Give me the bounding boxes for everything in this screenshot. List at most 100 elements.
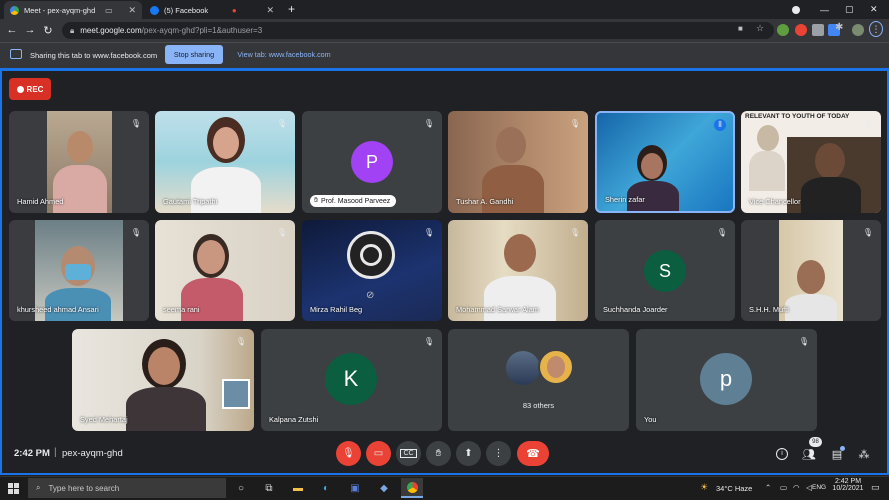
participant-tile[interactable]: K 🎙︎ Kalpana Zutshi [261,329,442,431]
extension-icon[interactable] [812,24,824,36]
chat-dot-icon [840,446,845,451]
app-icon[interactable]: ◆ [373,478,395,498]
cortana-icon[interactable]: ○ [230,478,252,498]
raise-hand-button[interactable]: ✋︎ [426,441,451,466]
screen-share-icon [10,49,22,59]
record-dot-icon [16,85,24,93]
participant-name: Hamid Ahmed [17,197,64,206]
mic-off-icon: 🎙︎ [569,118,581,128]
participant-name: Gautami Tripathi [163,197,218,206]
participant-tile[interactable]: 🎙︎ khursheed ahmad Ansari [9,220,149,321]
participant-tile[interactable]: P 🎙︎ ✋︎ Prof. Masood Parveez [302,111,442,213]
camera-off-icon: ▭ [373,448,384,459]
close-window-button[interactable]: ✕ [870,0,878,19]
participant-name: Syed Mehartaj [80,415,128,424]
chrome-taskbar-icon[interactable] [401,478,423,498]
start-button[interactable] [0,476,26,500]
participant-tile[interactable]: ⊘ 🎙︎ Mirza Rahil Beg [302,220,442,321]
mic-toggle-button[interactable]: 🎙︎ [336,441,361,466]
mic-off-icon: 🎙︎ [569,227,581,237]
mic-off-icon: 🎙︎ [862,118,874,128]
tab-recording-icon: ● [231,5,237,15]
volume-icon[interactable]: ◁ [806,483,812,492]
participant-tile[interactable]: 🎙︎ Gautami Tripathi [155,111,295,213]
participant-tile-speaking[interactable]: ⦀ Sherin zafar [595,111,735,213]
participant-tile[interactable]: 🎙︎ Hamid Ahmed [9,111,149,213]
maximize-button[interactable]: ▢ [845,0,854,19]
back-button[interactable]: ← [4,22,20,38]
self-tile[interactable]: p 🎙︎ You [636,329,817,431]
participant-tile[interactable]: 🎙︎ Mohammad Sarwar Alam [448,220,588,321]
facebook-favicon-icon [150,5,159,15]
others-tile[interactable]: 83 others [448,329,629,431]
language-indicator[interactable]: ENG [812,484,826,491]
reload-button[interactable]: ↻ [40,22,56,38]
participant-name: S.H.H. Mufti [749,305,789,314]
more-options-button[interactable]: ⋮ [486,441,511,466]
close-tab-icon[interactable]: ✕ [266,5,274,16]
mic-off-icon: 🎙︎ [130,118,142,128]
view-tab-button[interactable]: View tab: www.facebook.com [233,45,335,64]
camera-toggle-button[interactable]: ▭ [366,441,391,466]
puzzle-icon[interactable]: ✱ [835,22,843,33]
notifications-icon[interactable]: ▭ [871,482,880,493]
avatar: S [644,250,686,292]
profile-dot-icon[interactable] [792,0,800,19]
meeting-info-button[interactable]: i [775,447,789,461]
hand-icon: ✋︎ [435,448,442,459]
participant-name: Kalpana Zutshi [269,415,319,424]
taskbar-clock[interactable]: 2:42 PM 10/2/2021 [831,478,865,492]
leave-call-button[interactable]: ☎︎ [517,441,549,466]
minimize-button[interactable]: — [820,0,829,19]
participant-tile[interactable]: 🎙︎ Tushar A. Gandhi [448,111,588,213]
network-icon[interactable]: ▭ [780,483,787,492]
lock-icon: 🔒︎ [70,25,75,35]
present-icon: ⬆ [464,448,473,459]
weather-icon: ☀ [700,482,709,492]
edge-icon[interactable]: ◐ [315,478,337,498]
captions-button[interactable]: CC [396,441,421,466]
tab-meet[interactable]: Meet - pex-ayqm-ghd ▭ ✕ [4,1,142,19]
tray-chevron-icon[interactable]: ⌃ [765,483,771,492]
profile-avatar[interactable] [852,24,864,36]
more-vert-icon: ⋮ [493,448,504,459]
stop-sharing-button[interactable]: Stop sharing [165,45,223,64]
hand-raised-icon: ✋︎ [314,197,318,204]
avatar: K [325,353,377,405]
wifi-icon[interactable]: ◠ [793,483,800,492]
mic-off-icon: 🎙︎ [423,336,435,346]
people-button[interactable]: 👥︎ [802,447,816,461]
participant-tile[interactable]: 🎙︎ Syed Mehartaj [72,329,254,431]
participant-tile[interactable]: 🎙︎ S.H.H. Mufti [741,220,881,321]
weather-text[interactable]: 34°C Haze [716,484,752,493]
bookmark-star-icon[interactable]: ☆ [756,23,764,34]
windows-logo-icon [7,482,19,494]
chrome-icon [406,481,418,493]
participant-name: Prof. Masood Parveez [321,197,391,205]
search-placeholder: Type here to search [48,483,120,493]
participant-tile[interactable]: RELEVANT TO YOUTH OF TODAY 🎙︎ Vice Chanc… [741,111,881,213]
taskbar-search-box[interactable]: ⌕ Type here to search [28,478,226,498]
participant-name: You [644,415,657,424]
activities-button[interactable]: ⁂ [857,447,871,461]
file-explorer-icon[interactable]: ▬ [287,478,309,498]
app-icon[interactable]: ▣ [344,478,366,498]
participant-tile[interactable]: 🎙︎ seema rani [155,220,295,321]
present-button[interactable]: ⬆ [456,441,481,466]
extension-icon[interactable] [795,24,807,36]
menu-icon[interactable]: ⋮ [869,21,883,37]
search-icon: ⌕ [36,483,41,492]
new-tab-button[interactable]: + [288,2,295,16]
close-tab-icon[interactable]: ✕ [128,5,136,16]
url-host: meet.google.com [80,26,142,35]
camera-indicator-icon[interactable]: ■ [738,24,743,33]
forward-button[interactable]: → [22,22,38,38]
mic-off-icon: 🎙︎ [276,227,288,237]
participant-name: seema rani [163,305,200,314]
task-view-icon[interactable]: ⧉ [258,478,280,498]
extension-icon[interactable] [777,24,789,36]
camera-off-icon: ⊘ [366,290,375,301]
participant-tile[interactable]: S 🎙︎ Suchhanda Joarder [595,220,735,321]
address-bar[interactable]: 🔒︎ meet.google.com/pex-ayqm-ghd?pli=1&au… [62,22,774,39]
tab-facebook[interactable]: (5) Facebook ● ✕ [144,1,280,19]
